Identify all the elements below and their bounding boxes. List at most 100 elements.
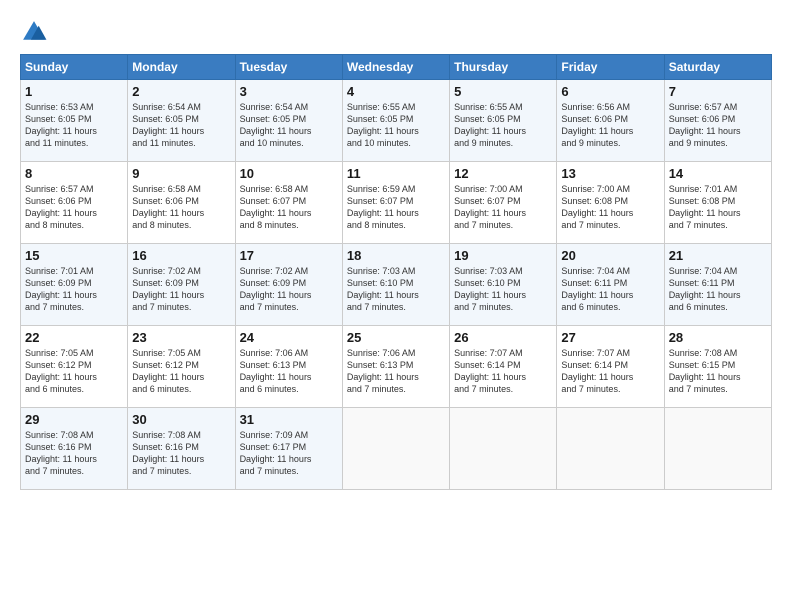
calendar-cell: [664, 408, 771, 490]
day-number: 14: [669, 166, 767, 181]
cell-info: Sunrise: 7:01 AM Sunset: 6:09 PM Dayligh…: [25, 265, 123, 314]
cell-info: Sunrise: 7:07 AM Sunset: 6:14 PM Dayligh…: [561, 347, 659, 396]
cell-info: Sunrise: 7:06 AM Sunset: 6:13 PM Dayligh…: [347, 347, 445, 396]
calendar-cell: 6 Sunrise: 6:56 AM Sunset: 6:06 PM Daylig…: [557, 80, 664, 162]
cell-info: Sunrise: 7:02 AM Sunset: 6:09 PM Dayligh…: [132, 265, 230, 314]
logo: [20, 18, 52, 46]
calendar-cell: 18 Sunrise: 7:03 AM Sunset: 6:10 PM Dayli…: [342, 244, 449, 326]
cell-info: Sunrise: 7:08 AM Sunset: 6:16 PM Dayligh…: [132, 429, 230, 478]
calendar-table: SundayMondayTuesdayWednesdayThursdayFrid…: [20, 54, 772, 490]
cell-info: Sunrise: 7:00 AM Sunset: 6:07 PM Dayligh…: [454, 183, 552, 232]
calendar-cell: 16 Sunrise: 7:02 AM Sunset: 6:09 PM Dayli…: [128, 244, 235, 326]
cell-info: Sunrise: 6:53 AM Sunset: 6:05 PM Dayligh…: [25, 101, 123, 150]
day-number: 6: [561, 84, 659, 99]
day-number: 1: [25, 84, 123, 99]
weekday-header-thursday: Thursday: [450, 55, 557, 80]
calendar-cell: 15 Sunrise: 7:01 AM Sunset: 6:09 PM Dayli…: [21, 244, 128, 326]
day-number: 18: [347, 248, 445, 263]
day-number: 8: [25, 166, 123, 181]
calendar-cell: 8 Sunrise: 6:57 AM Sunset: 6:06 PM Daylig…: [21, 162, 128, 244]
day-number: 15: [25, 248, 123, 263]
weekday-header-saturday: Saturday: [664, 55, 771, 80]
calendar-cell: 31 Sunrise: 7:09 AM Sunset: 6:17 PM Dayli…: [235, 408, 342, 490]
calendar-week-3: 15 Sunrise: 7:01 AM Sunset: 6:09 PM Dayli…: [21, 244, 772, 326]
day-number: 13: [561, 166, 659, 181]
calendar-cell: 25 Sunrise: 7:06 AM Sunset: 6:13 PM Dayli…: [342, 326, 449, 408]
day-number: 3: [240, 84, 338, 99]
header-row: SundayMondayTuesdayWednesdayThursdayFrid…: [21, 55, 772, 80]
calendar-cell: [557, 408, 664, 490]
calendar-cell: 1 Sunrise: 6:53 AM Sunset: 6:05 PM Daylig…: [21, 80, 128, 162]
calendar-cell: 23 Sunrise: 7:05 AM Sunset: 6:12 PM Dayli…: [128, 326, 235, 408]
cell-info: Sunrise: 6:57 AM Sunset: 6:06 PM Dayligh…: [669, 101, 767, 150]
day-number: 24: [240, 330, 338, 345]
calendar-cell: 14 Sunrise: 7:01 AM Sunset: 6:08 PM Dayli…: [664, 162, 771, 244]
day-number: 5: [454, 84, 552, 99]
cell-info: Sunrise: 6:58 AM Sunset: 6:07 PM Dayligh…: [240, 183, 338, 232]
calendar-cell: 22 Sunrise: 7:05 AM Sunset: 6:12 PM Dayli…: [21, 326, 128, 408]
calendar-cell: 19 Sunrise: 7:03 AM Sunset: 6:10 PM Dayli…: [450, 244, 557, 326]
calendar-week-1: 1 Sunrise: 6:53 AM Sunset: 6:05 PM Daylig…: [21, 80, 772, 162]
cell-info: Sunrise: 7:04 AM Sunset: 6:11 PM Dayligh…: [561, 265, 659, 314]
cell-info: Sunrise: 7:06 AM Sunset: 6:13 PM Dayligh…: [240, 347, 338, 396]
day-number: 31: [240, 412, 338, 427]
cell-info: Sunrise: 6:57 AM Sunset: 6:06 PM Dayligh…: [25, 183, 123, 232]
day-number: 7: [669, 84, 767, 99]
day-number: 20: [561, 248, 659, 263]
weekday-header-tuesday: Tuesday: [235, 55, 342, 80]
day-number: 22: [25, 330, 123, 345]
day-number: 4: [347, 84, 445, 99]
cell-info: Sunrise: 6:54 AM Sunset: 6:05 PM Dayligh…: [240, 101, 338, 150]
weekday-header-friday: Friday: [557, 55, 664, 80]
day-number: 19: [454, 248, 552, 263]
cell-info: Sunrise: 6:55 AM Sunset: 6:05 PM Dayligh…: [347, 101, 445, 150]
day-number: 26: [454, 330, 552, 345]
calendar-week-5: 29 Sunrise: 7:08 AM Sunset: 6:16 PM Dayli…: [21, 408, 772, 490]
calendar-cell: [342, 408, 449, 490]
cell-info: Sunrise: 7:03 AM Sunset: 6:10 PM Dayligh…: [454, 265, 552, 314]
calendar-cell: 30 Sunrise: 7:08 AM Sunset: 6:16 PM Dayli…: [128, 408, 235, 490]
cell-info: Sunrise: 6:59 AM Sunset: 6:07 PM Dayligh…: [347, 183, 445, 232]
calendar-cell: 5 Sunrise: 6:55 AM Sunset: 6:05 PM Daylig…: [450, 80, 557, 162]
calendar-cell: 3 Sunrise: 6:54 AM Sunset: 6:05 PM Daylig…: [235, 80, 342, 162]
day-number: 11: [347, 166, 445, 181]
day-number: 25: [347, 330, 445, 345]
day-number: 23: [132, 330, 230, 345]
calendar-cell: 20 Sunrise: 7:04 AM Sunset: 6:11 PM Dayli…: [557, 244, 664, 326]
cell-info: Sunrise: 7:04 AM Sunset: 6:11 PM Dayligh…: [669, 265, 767, 314]
calendar-cell: 10 Sunrise: 6:58 AM Sunset: 6:07 PM Dayli…: [235, 162, 342, 244]
calendar-cell: 21 Sunrise: 7:04 AM Sunset: 6:11 PM Dayli…: [664, 244, 771, 326]
day-number: 27: [561, 330, 659, 345]
logo-icon: [20, 18, 48, 46]
cell-info: Sunrise: 6:54 AM Sunset: 6:05 PM Dayligh…: [132, 101, 230, 150]
cell-info: Sunrise: 6:58 AM Sunset: 6:06 PM Dayligh…: [132, 183, 230, 232]
weekday-header-sunday: Sunday: [21, 55, 128, 80]
cell-info: Sunrise: 6:55 AM Sunset: 6:05 PM Dayligh…: [454, 101, 552, 150]
day-number: 16: [132, 248, 230, 263]
calendar-cell: 27 Sunrise: 7:07 AM Sunset: 6:14 PM Dayli…: [557, 326, 664, 408]
cell-info: Sunrise: 7:03 AM Sunset: 6:10 PM Dayligh…: [347, 265, 445, 314]
cell-info: Sunrise: 7:01 AM Sunset: 6:08 PM Dayligh…: [669, 183, 767, 232]
cell-info: Sunrise: 7:07 AM Sunset: 6:14 PM Dayligh…: [454, 347, 552, 396]
day-number: 10: [240, 166, 338, 181]
day-number: 17: [240, 248, 338, 263]
calendar-cell: 12 Sunrise: 7:00 AM Sunset: 6:07 PM Dayli…: [450, 162, 557, 244]
day-number: 9: [132, 166, 230, 181]
day-number: 30: [132, 412, 230, 427]
calendar-cell: 28Sunrise: 7:08 AM Sunset: 6:15 PM Dayli…: [664, 326, 771, 408]
calendar-cell: 26 Sunrise: 7:07 AM Sunset: 6:14 PM Dayli…: [450, 326, 557, 408]
cell-info: Sunrise: 7:09 AM Sunset: 6:17 PM Dayligh…: [240, 429, 338, 478]
calendar-week-4: 22 Sunrise: 7:05 AM Sunset: 6:12 PM Dayli…: [21, 326, 772, 408]
cell-info: Sunrise: 6:56 AM Sunset: 6:06 PM Dayligh…: [561, 101, 659, 150]
day-number: 21: [669, 248, 767, 263]
day-number: 29: [25, 412, 123, 427]
cell-info: Sunrise: 7:05 AM Sunset: 6:12 PM Dayligh…: [25, 347, 123, 396]
day-number: 12: [454, 166, 552, 181]
calendar-week-2: 8 Sunrise: 6:57 AM Sunset: 6:06 PM Daylig…: [21, 162, 772, 244]
calendar-cell: 29 Sunrise: 7:08 AM Sunset: 6:16 PM Dayli…: [21, 408, 128, 490]
cell-info: Sunrise: 7:08 AM Sunset: 6:16 PM Dayligh…: [25, 429, 123, 478]
calendar-cell: 11 Sunrise: 6:59 AM Sunset: 6:07 PM Dayli…: [342, 162, 449, 244]
calendar-cell: 24 Sunrise: 7:06 AM Sunset: 6:13 PM Dayli…: [235, 326, 342, 408]
day-number: 2: [132, 84, 230, 99]
cell-info: Sunrise: 7:05 AM Sunset: 6:12 PM Dayligh…: [132, 347, 230, 396]
